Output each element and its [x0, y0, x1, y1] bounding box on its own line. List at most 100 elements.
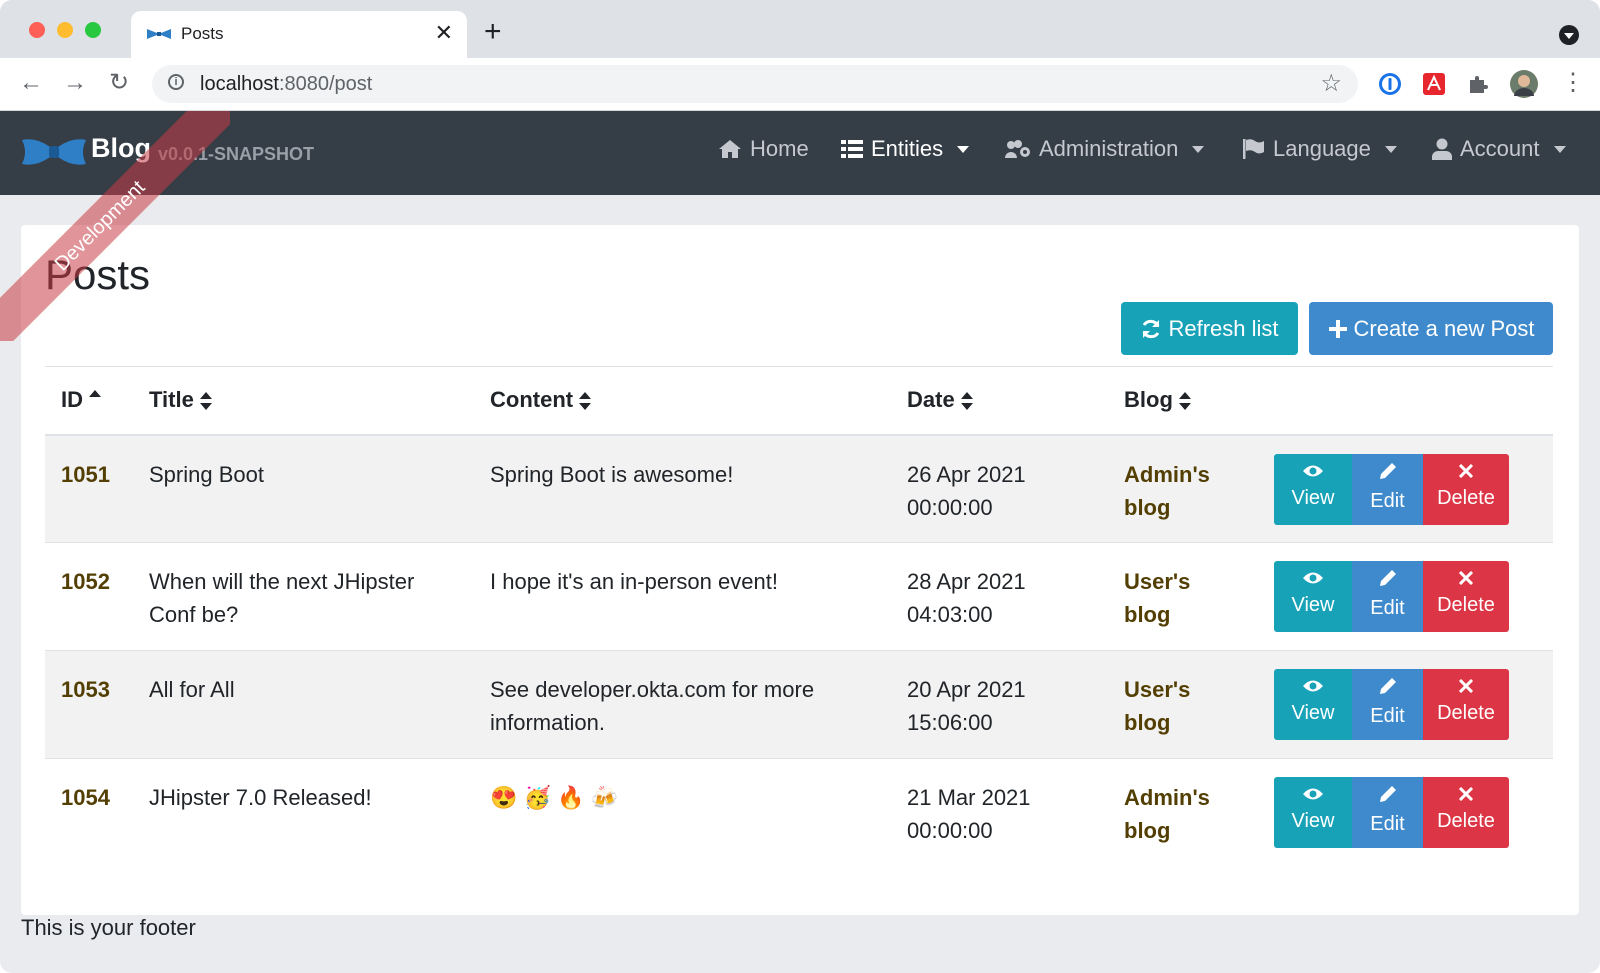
address-bar[interactable]: i localhost:8080/post ☆ [152, 65, 1358, 103]
post-time: 00:00:00 [907, 494, 993, 520]
post-title: JHipster 7.0 Released! [149, 785, 372, 810]
extensions-puzzle-icon[interactable] [1466, 72, 1490, 96]
edit-button[interactable]: Edit [1352, 453, 1423, 525]
browser-window: Posts ✕ + ← → ↻ i localhost:8080/post ☆ … [0, 0, 1600, 973]
table-row: 1053 All for All See developer.okta.com … [45, 650, 1553, 759]
home-icon [719, 140, 741, 158]
table-header-row: ID Title Content Date Blog [45, 366, 1553, 436]
row-actions: View Edit Delete [1274, 777, 1537, 848]
pencil-icon [1379, 786, 1396, 802]
post-time: 04:03:00 [907, 602, 993, 627]
chevron-down-icon [1192, 145, 1205, 153]
post-blog-link[interactable]: Admin's blog [1124, 785, 1210, 843]
row-actions: View Edit Delete [1274, 669, 1537, 740]
header-title[interactable]: Title [133, 366, 474, 436]
view-button[interactable]: View [1274, 453, 1352, 525]
bookmark-star-icon[interactable]: ☆ [1320, 69, 1342, 98]
sort-up-icon [89, 390, 101, 398]
tab-search-icon[interactable] [1559, 25, 1579, 45]
row-actions: View Edit Delete [1274, 453, 1537, 525]
nav-administration[interactable]: Administration [1005, 136, 1205, 162]
browser-tab[interactable]: Posts ✕ [131, 11, 467, 58]
browser-menu-icon[interactable]: ⋮ [1558, 68, 1588, 98]
nav-home[interactable]: Home [718, 136, 809, 162]
delete-button[interactable]: Delete [1423, 453, 1509, 525]
post-blog-link[interactable]: Admin's blog [1124, 462, 1210, 520]
browser-toolbar: ← → ↻ i localhost:8080/post ☆ ⋮ [0, 58, 1600, 111]
forward-icon[interactable]: → [60, 68, 90, 98]
sync-icon [1143, 319, 1160, 338]
header-blog[interactable]: Blog [1108, 366, 1258, 436]
refresh-list-button[interactable]: Refresh list [1121, 302, 1298, 355]
nav-entities[interactable]: Entities [841, 136, 970, 162]
view-button[interactable]: View [1274, 561, 1352, 632]
tab-title: Posts [181, 24, 224, 43]
post-title: When will the next JHipster Conf be? [149, 569, 415, 627]
header-actions [1258, 366, 1553, 436]
view-button[interactable]: View [1274, 777, 1352, 848]
chevron-down-icon [1553, 145, 1566, 153]
site-info-icon[interactable]: i [168, 74, 184, 90]
chevron-down-icon [957, 145, 970, 153]
close-tab-icon[interactable]: ✕ [435, 20, 453, 46]
post-date: 21 Mar 2021 [907, 785, 1031, 810]
delete-button[interactable]: Delete [1423, 561, 1509, 632]
list-icon [841, 140, 863, 158]
edit-button[interactable]: Edit [1352, 777, 1423, 848]
url-text[interactable]: localhost:8080/post [200, 73, 372, 96]
password-manager-extension-icon[interactable] [1378, 72, 1402, 96]
post-date: 20 Apr 2021 [907, 677, 1026, 702]
chevron-down-icon [1384, 145, 1397, 153]
post-content: Spring Boot is awesome! [490, 461, 734, 487]
bowtie-favicon-icon [147, 29, 171, 39]
profile-avatar-icon[interactable] [1510, 70, 1538, 98]
maximize-window-button[interactable] [85, 22, 101, 38]
development-ribbon: Development [0, 111, 230, 341]
pencil-icon [1379, 462, 1396, 479]
post-id-link[interactable]: 1054 [61, 785, 110, 810]
pencil-icon [1379, 678, 1396, 694]
reload-icon[interactable]: ↻ [104, 68, 134, 98]
post-blog-link[interactable]: User's blog [1124, 677, 1190, 735]
times-icon [1459, 463, 1473, 478]
nav-language[interactable]: Language [1243, 136, 1397, 162]
header-id[interactable]: ID [45, 366, 133, 436]
post-id-link[interactable]: 1052 [61, 569, 110, 594]
post-content: I hope it's an in-person event! [490, 569, 778, 594]
eye-icon [1303, 465, 1323, 476]
sort-icon [199, 392, 212, 411]
post-id-link[interactable]: 1053 [61, 677, 110, 702]
view-button[interactable]: View [1274, 669, 1352, 740]
sort-icon [1178, 392, 1191, 411]
posts-table: ID Title Content Date Blog 1051 Spring B… [45, 366, 1553, 867]
post-date: 28 Apr 2021 [907, 569, 1026, 594]
new-tab-icon[interactable]: + [484, 17, 502, 47]
app-navbar: Blog v0.0.1-SNAPSHOT Home Entities Admin… [0, 111, 1600, 195]
post-title: Spring Boot [149, 461, 264, 487]
post-blog-link[interactable]: User's blog [1124, 569, 1190, 627]
header-content[interactable]: Content [474, 366, 891, 436]
close-window-button[interactable] [29, 22, 45, 38]
create-post-button[interactable]: Create a new Post [1309, 302, 1553, 355]
delete-button[interactable]: Delete [1423, 777, 1509, 848]
post-content: 😍 🥳 🔥 🍻 [490, 785, 618, 810]
post-time: 15:06:00 [907, 710, 993, 735]
pdf-extension-icon[interactable] [1422, 72, 1446, 96]
post-time: 00:00:00 [907, 818, 993, 843]
post-content: See developer.okta.com for more informat… [490, 677, 815, 735]
table-row: 1052 When will the next JHipster Conf be… [45, 542, 1553, 651]
post-id-link[interactable]: 1051 [61, 462, 110, 487]
sort-icon [579, 392, 592, 411]
sort-icon [960, 392, 973, 411]
flag-icon [1243, 139, 1264, 159]
times-icon [1459, 571, 1473, 585]
plus-icon [1328, 319, 1347, 338]
back-icon[interactable]: ← [16, 68, 46, 98]
nav-account[interactable]: Account [1432, 136, 1566, 162]
header-date[interactable]: Date [891, 366, 1108, 436]
eye-icon [1303, 788, 1323, 800]
edit-button[interactable]: Edit [1352, 669, 1423, 740]
delete-button[interactable]: Delete [1423, 669, 1509, 740]
edit-button[interactable]: Edit [1352, 561, 1423, 632]
minimize-window-button[interactable] [57, 22, 73, 38]
